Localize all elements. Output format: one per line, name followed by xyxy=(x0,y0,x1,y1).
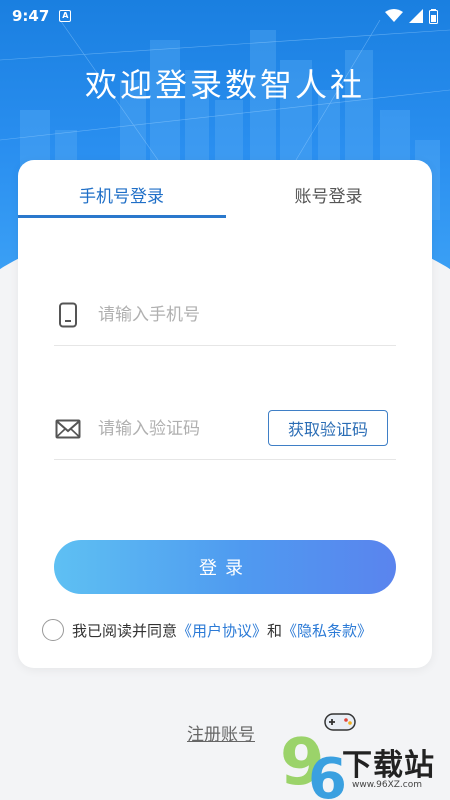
agreement-checkbox[interactable] xyxy=(42,619,64,641)
get-code-button[interactable]: 获取验证码 xyxy=(268,410,388,446)
agreement-prefix: 我已阅读并同意 xyxy=(72,621,178,640)
register-link[interactable]: 注册账号 xyxy=(187,720,255,745)
verification-code-input[interactable] xyxy=(98,418,258,439)
gamepad-icon xyxy=(324,713,356,731)
status-time: 9:47 xyxy=(12,7,50,25)
watermark-text: 下载站 xyxy=(342,748,435,783)
phone-field-row xyxy=(54,284,396,346)
watermark-domain: www.96XZ.com xyxy=(352,780,422,790)
page-title: 欢迎登录数智人社 xyxy=(84,66,365,104)
svg-text:6: 6 xyxy=(308,747,344,800)
app-notification-icon: A xyxy=(59,10,72,22)
status-bar: 9:47 A xyxy=(0,0,450,32)
battery-icon xyxy=(429,8,438,24)
signal-icon xyxy=(409,9,423,23)
agreement-row: 我已阅读并同意 《用户协议》 和 《隐私条款》 xyxy=(42,619,372,641)
watermark-logo: 9 6 下载站 www.96XZ.com xyxy=(280,700,450,800)
login-card: 手机号登录 账号登录 获取验证码 登录 我已阅读并同意 《用户协议》 和 《隐 xyxy=(18,160,432,668)
agreement-conjunction: 和 xyxy=(267,621,283,640)
login-button[interactable]: 登录 xyxy=(54,540,396,594)
tab-account-login[interactable]: 账号登录 xyxy=(225,160,432,220)
phone-input[interactable] xyxy=(98,304,258,325)
mail-icon xyxy=(54,415,82,443)
user-agreement-link[interactable]: 《用户协议》 xyxy=(177,620,267,641)
active-tab-indicator xyxy=(18,215,226,218)
login-tabs: 手机号登录 账号登录 xyxy=(18,160,432,220)
code-field-row: 获取验证码 xyxy=(54,398,396,460)
wifi-icon xyxy=(385,9,403,22)
tab-phone-login[interactable]: 手机号登录 xyxy=(18,160,225,220)
privacy-policy-link[interactable]: 《隐私条款》 xyxy=(282,620,372,641)
phone-icon xyxy=(54,301,82,329)
